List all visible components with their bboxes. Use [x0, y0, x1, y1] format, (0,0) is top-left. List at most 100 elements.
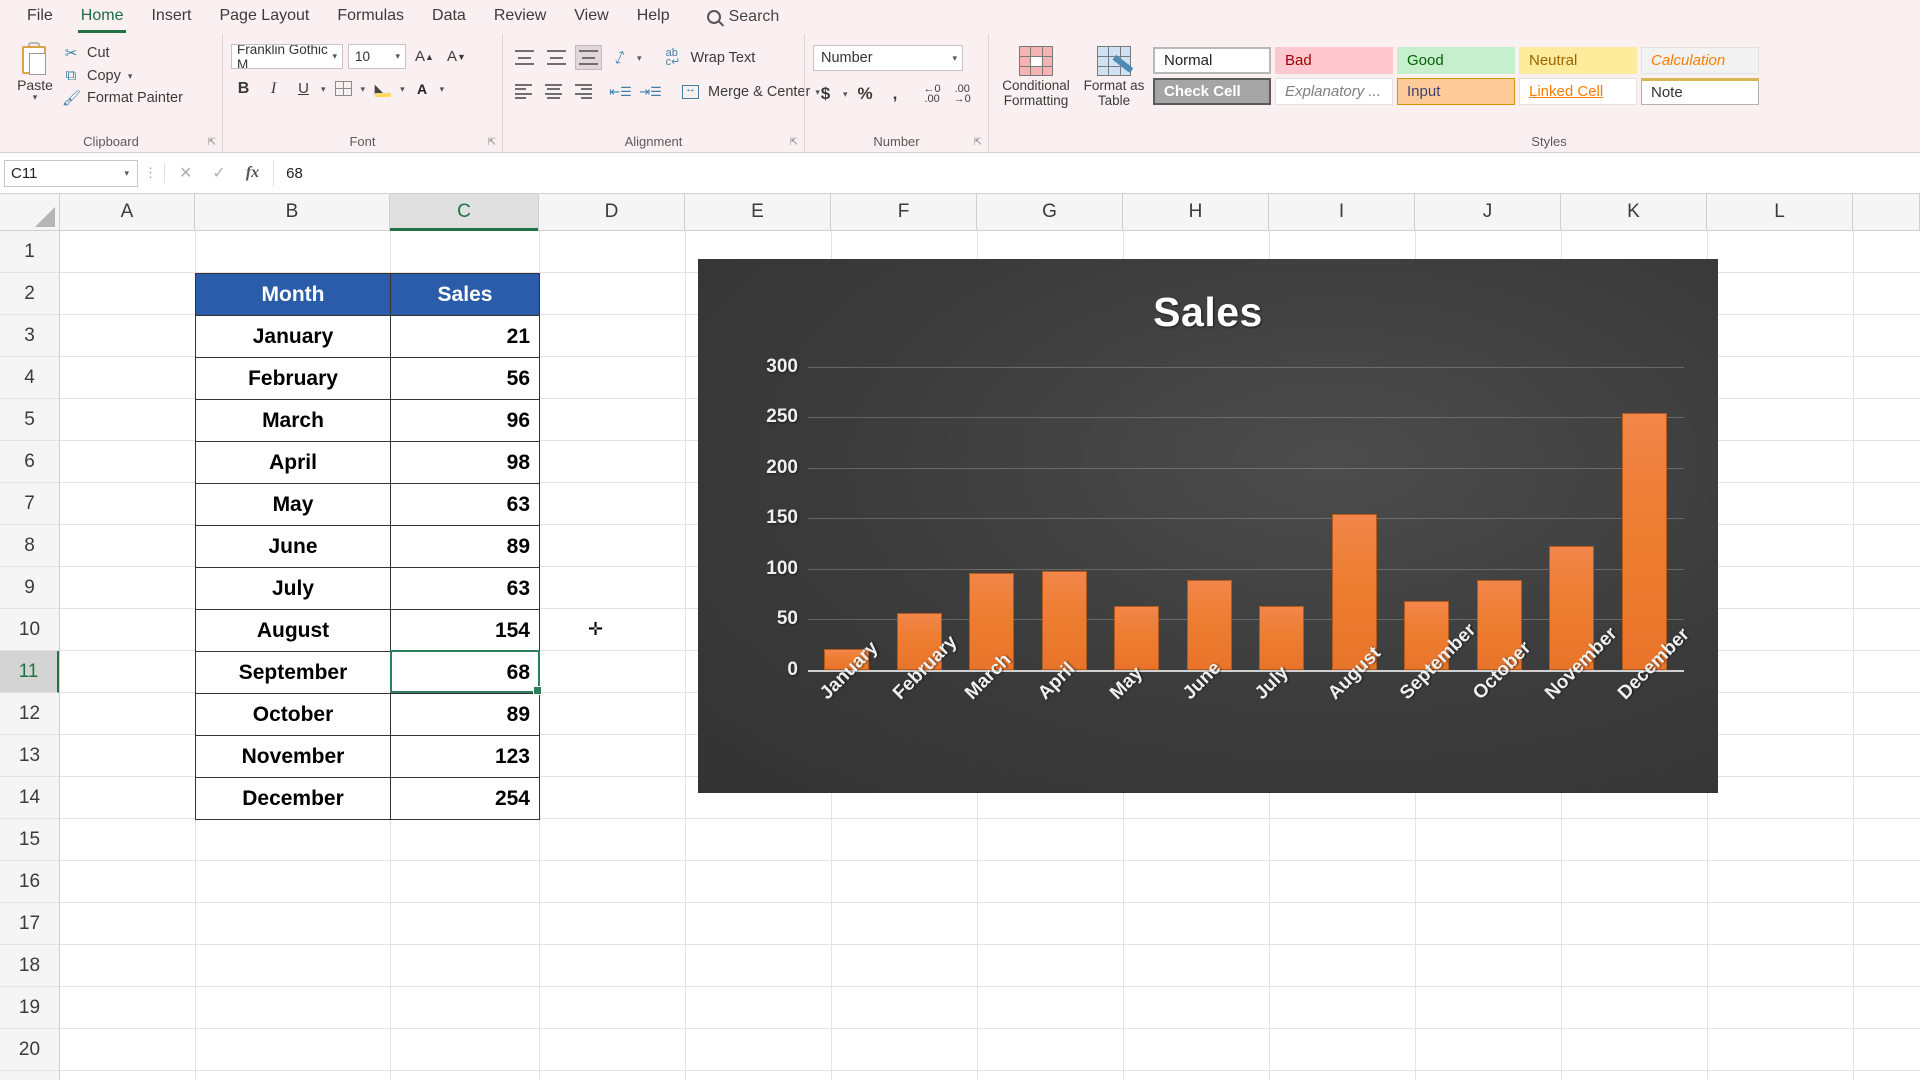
tab-home[interactable]: Home: [68, 2, 137, 33]
tab-file[interactable]: File: [14, 2, 66, 33]
row-header-13[interactable]: 13: [0, 735, 59, 777]
cell-month[interactable]: November: [196, 736, 391, 778]
sales-bar-chart[interactable]: Sales 300 250 200 150 100 50 0: [698, 259, 1718, 793]
column-header-m[interactable]: [1853, 194, 1920, 230]
column-header-j[interactable]: J: [1415, 194, 1561, 230]
align-bottom-button[interactable]: [575, 45, 602, 70]
cell-month[interactable]: June: [196, 526, 391, 568]
underline-button[interactable]: U: [291, 76, 316, 101]
row-header-2[interactable]: 2: [0, 273, 59, 315]
percent-style-button[interactable]: %: [853, 81, 878, 106]
increase-font-size-button[interactable]: A▲: [411, 44, 438, 69]
table-row[interactable]: July 63: [196, 568, 540, 610]
style-calculation[interactable]: Calculation: [1641, 47, 1759, 74]
cell-sales[interactable]: 63: [391, 484, 540, 526]
bar-april[interactable]: [1042, 571, 1087, 670]
number-format-chevron-down-icon[interactable]: ▾: [952, 53, 957, 64]
decrease-font-size-button[interactable]: A▼: [443, 44, 470, 69]
column-header-l[interactable]: L: [1707, 194, 1853, 230]
currency-chevron-down-icon[interactable]: ▾: [843, 90, 848, 98]
cell-sales[interactable]: 98: [391, 442, 540, 484]
table-row[interactable]: February 56: [196, 358, 540, 400]
table-row[interactable]: May 63: [196, 484, 540, 526]
tab-page-layout[interactable]: Page Layout: [206, 2, 322, 33]
bar-december[interactable]: [1622, 413, 1667, 670]
row-header-8[interactable]: 8: [0, 525, 59, 567]
cell-sales[interactable]: 123: [391, 736, 540, 778]
style-check-cell[interactable]: Check Cell: [1153, 78, 1271, 105]
table-row[interactable]: April 98: [196, 442, 540, 484]
format-as-table-button[interactable]: Format as Table: [1075, 44, 1153, 130]
bar-july[interactable]: [1259, 606, 1304, 670]
row-header-12[interactable]: 12: [0, 693, 59, 735]
cell-sales[interactable]: 154: [391, 610, 540, 652]
row-header-16[interactable]: 16: [0, 861, 59, 903]
italic-button[interactable]: I: [261, 76, 286, 101]
cell-sales[interactable]: 56: [391, 358, 540, 400]
cell-month[interactable]: April: [196, 442, 391, 484]
row-header-3[interactable]: 3: [0, 315, 59, 357]
font-name-input[interactable]: Franklin Gothic M ▾: [231, 44, 343, 69]
row-header-10[interactable]: 10: [0, 609, 59, 651]
row-header-7[interactable]: 7: [0, 483, 59, 525]
fill-color-chevron-down-icon[interactable]: ▾: [400, 85, 405, 93]
column-header-i[interactable]: I: [1269, 194, 1415, 230]
row-header-19[interactable]: 19: [0, 987, 59, 1029]
style-good[interactable]: Good: [1397, 47, 1515, 74]
row-header-14[interactable]: 14: [0, 777, 59, 819]
tab-view[interactable]: View: [561, 2, 621, 33]
font-size-input[interactable]: 10 ▾: [348, 44, 406, 69]
font-color-button[interactable]: A: [410, 76, 435, 101]
align-right-button[interactable]: [571, 79, 596, 104]
column-header-b[interactable]: B: [195, 194, 390, 230]
style-note[interactable]: Note: [1641, 78, 1759, 105]
column-header-d[interactable]: D: [539, 194, 685, 230]
cell-sales[interactable]: 96: [391, 400, 540, 442]
table-row[interactable]: June 89: [196, 526, 540, 568]
orientation-button[interactable]: ⤢: [607, 45, 632, 70]
font-name-chevron-down-icon[interactable]: ▾: [332, 51, 337, 62]
cell-sales[interactable]: 63: [391, 568, 540, 610]
align-top-button[interactable]: [511, 45, 538, 70]
tab-help[interactable]: Help: [624, 2, 683, 33]
row-header-5[interactable]: 5: [0, 399, 59, 441]
bar-may[interactable]: [1114, 606, 1159, 670]
column-header-e[interactable]: E: [685, 194, 831, 230]
cell-sales[interactable]: 89: [391, 526, 540, 568]
style-bad[interactable]: Bad: [1275, 47, 1393, 74]
style-neutral[interactable]: Neutral: [1519, 47, 1637, 74]
borders-button[interactable]: [331, 76, 356, 101]
tab-data[interactable]: Data: [419, 2, 479, 33]
row-header-6[interactable]: 6: [0, 441, 59, 483]
wrap-text-button[interactable]: abc↵: [661, 45, 686, 70]
column-header-f[interactable]: F: [831, 194, 977, 230]
cancel-icon[interactable]: ✕: [179, 163, 192, 183]
table-row[interactable]: September 68: [196, 652, 540, 694]
style-input[interactable]: Input: [1397, 78, 1515, 105]
tab-formulas[interactable]: Formulas: [324, 2, 417, 33]
style-linked-cell[interactable]: Linked Cell: [1519, 78, 1637, 105]
cut-button[interactable]: ✂ Cut: [62, 44, 183, 62]
table-row[interactable]: March 96: [196, 400, 540, 442]
comma-style-button[interactable]: ,: [883, 81, 908, 106]
cell-month[interactable]: March: [196, 400, 391, 442]
format-painter-button[interactable]: 🖌 Format Painter: [62, 89, 183, 107]
align-left-button[interactable]: [511, 79, 536, 104]
enter-icon[interactable]: ✓: [212, 163, 225, 183]
paste-button[interactable]: Paste ▾: [8, 40, 62, 130]
column-header-g[interactable]: G: [977, 194, 1123, 230]
row-header-1[interactable]: 1: [0, 231, 59, 273]
cell-month[interactable]: May: [196, 484, 391, 526]
column-header-h[interactable]: H: [1123, 194, 1269, 230]
align-center-button[interactable]: [541, 79, 566, 104]
row-header-17[interactable]: 17: [0, 903, 59, 945]
table-row[interactable]: November 123: [196, 736, 540, 778]
grid-cells[interactable]: Month Sales January 21 February 56 March…: [60, 231, 1920, 1080]
row-header-4[interactable]: 4: [0, 357, 59, 399]
bar-june[interactable]: [1187, 580, 1232, 670]
cell-sales[interactable]: 254: [391, 778, 540, 820]
decrease-indent-button[interactable]: ⇤☰: [608, 79, 633, 104]
data-table[interactable]: Month Sales January 21 February 56 March…: [195, 273, 540, 820]
row-header-20[interactable]: 20: [0, 1029, 59, 1071]
row-header-11[interactable]: 11: [0, 651, 59, 693]
